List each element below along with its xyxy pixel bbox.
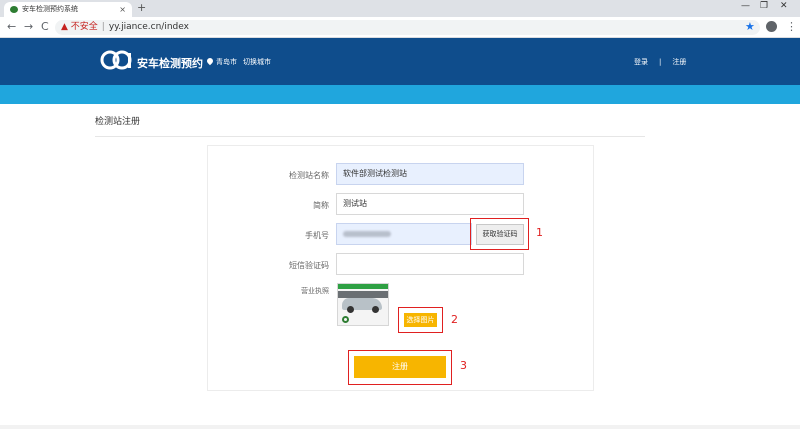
page-title: 检测站注册 (95, 117, 141, 127)
browser-tab[interactable]: 安车检测预约系统 × (4, 2, 132, 17)
phone-label: 手机号 (305, 231, 329, 240)
annotation-box-3 (348, 350, 452, 385)
switch-city-link[interactable]: 切换城市 (243, 58, 271, 66)
forward-icon[interactable]: → (24, 20, 33, 33)
login-link[interactable]: 登录 (634, 58, 648, 66)
header-band (0, 85, 800, 104)
browser-menu-icon[interactable]: ⋮ (786, 20, 797, 33)
browser-toolbar: ← → C ▲ 不安全 | yy.jiance.cn/index ★ ⋮ (0, 17, 800, 38)
short-name-input[interactable]: 测试站 (336, 193, 524, 215)
station-name-input[interactable]: 软件部测试检测站 (336, 163, 524, 185)
annotation-box-2 (398, 307, 443, 333)
security-warning[interactable]: ▲ 不安全 (61, 22, 98, 32)
url-text[interactable]: yy.jiance.cn/index (109, 22, 189, 32)
brand-name[interactable]: 安车检测预约 (137, 55, 203, 71)
tab-close-icon[interactable]: × (119, 2, 126, 17)
annotation-number-2: 2 (451, 313, 458, 326)
address-bar[interactable]: ▲ 不安全 | yy.jiance.cn/index (55, 20, 760, 35)
site-header: 安车检测预约 青岛市 切换城市 登录 | 注册 (0, 38, 800, 85)
license-preview-wheel (347, 306, 354, 313)
station-name-label: 检测站名称 (289, 171, 329, 180)
tab-title: 安车检测预约系统 (22, 5, 78, 13)
reload-icon[interactable]: C (41, 20, 49, 33)
license-label: 营业执照 (301, 287, 329, 295)
phone-number-redacted (343, 230, 391, 237)
city-selector: 青岛市 切换城市 (205, 56, 271, 67)
footer-edge (0, 425, 800, 429)
account-avatar-icon[interactable] (766, 21, 777, 32)
browser-tabbar: 安车检测预约系统 × + — ❐ ✕ (0, 0, 800, 17)
license-preview-banner (338, 291, 388, 298)
annotation-number-1: 1 (536, 226, 543, 239)
sms-code-label: 短信验证码 (289, 261, 329, 270)
annotation-box-1 (470, 218, 529, 250)
maximize-icon[interactable]: ❐ (760, 1, 768, 11)
current-city: 青岛市 (216, 58, 237, 66)
license-preview-wheel (372, 306, 379, 313)
license-preview-logo-icon (342, 316, 349, 323)
register-link[interactable]: 注册 (672, 58, 686, 66)
auth-links: 登录 | 注册 (634, 57, 686, 67)
window-close-icon[interactable]: ✕ (780, 1, 788, 11)
license-preview-image (337, 283, 389, 326)
bookmark-star-icon[interactable]: ★ (745, 20, 755, 33)
site-favicon-icon (10, 6, 18, 13)
annotation-number-3: 3 (460, 359, 467, 372)
phone-input[interactable] (336, 223, 472, 245)
brand-logo-icon[interactable] (100, 50, 134, 70)
sms-code-input[interactable] (336, 253, 524, 275)
minimize-icon[interactable]: — (741, 1, 750, 11)
location-pin-icon (205, 56, 215, 66)
address-separator: | (101, 22, 105, 32)
short-name-label: 简称 (313, 201, 329, 210)
back-icon[interactable]: ← (7, 20, 16, 33)
new-tab-icon[interactable]: + (137, 1, 146, 14)
license-preview-header (338, 284, 388, 289)
title-divider (95, 136, 645, 137)
auth-divider: | (659, 58, 662, 66)
